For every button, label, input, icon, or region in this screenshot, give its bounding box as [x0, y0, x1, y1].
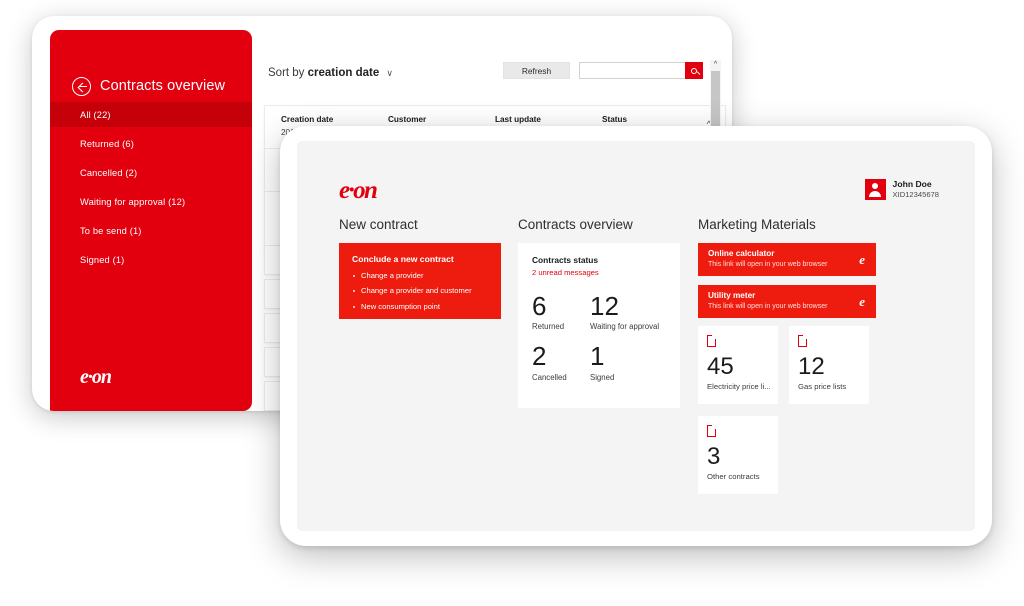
internet-explorer-icon: e — [859, 294, 865, 309]
sidebar-item-returned[interactable]: Returned (6) — [50, 131, 252, 156]
sort-by-value: creation date — [307, 67, 380, 79]
sidebar-header: Contracts overview — [50, 30, 252, 102]
option-change-provider[interactable]: Change a provider — [352, 271, 488, 280]
link-utility-meter[interactable]: Utility meter This link will open in you… — [698, 285, 876, 318]
sidebar-item-to-be-send[interactable]: To be send (1) — [50, 218, 252, 243]
stat-signed[interactable]: 1 Signed — [590, 341, 666, 382]
column-header: Status — [602, 115, 628, 124]
stat-returned[interactable]: 6 Returned — [532, 291, 590, 332]
search-box — [579, 62, 703, 79]
page-title: Contracts overview — [100, 78, 226, 94]
sidebar-item-all[interactable]: All (22) — [50, 102, 252, 127]
sidebar: Contracts overview All (22) Returned (6)… — [50, 30, 252, 411]
link-subtitle: This link will open in your web browser — [708, 261, 828, 269]
scroll-up-arrow-icon[interactable]: ^ — [710, 61, 721, 69]
search-button[interactable] — [685, 62, 703, 79]
chevron-down-icon[interactable]: ∨ — [386, 68, 393, 78]
link-subtitle: This link will open in your web browser — [708, 303, 828, 311]
document-icon — [707, 334, 717, 347]
user-account[interactable]: John Doe XID12345678 — [864, 179, 939, 200]
list-toolbar: Sort by creation date ∨ Refresh — [268, 62, 722, 84]
eon-logo: e·on — [339, 177, 378, 204]
link-online-calculator[interactable]: Online calculator This link will open in… — [698, 243, 876, 276]
eon-logo: e·on — [80, 366, 112, 388]
link-text-group: Online calculator This link will open in… — [708, 249, 827, 269]
sidebar-item-waiting-for-approval[interactable]: Waiting for approval (12) — [50, 189, 252, 214]
stat-value: 12 — [590, 291, 619, 321]
stat-label: Signed — [590, 372, 615, 382]
doc-label: Gas price lists — [798, 382, 847, 392]
stat-label: Cancelled — [532, 372, 567, 382]
column-header: Last update — [495, 115, 541, 124]
internet-explorer-icon: e — [859, 252, 865, 267]
doc-label: Other contracts — [707, 472, 760, 482]
dashboard-window: e·on John Doe XID12345678 New contract C… — [280, 126, 992, 546]
user-text-group: John Doe XID12345678 — [893, 179, 939, 199]
magnifier-icon — [691, 67, 697, 74]
doc-tile-other-contracts[interactable]: 3 Other contracts — [698, 416, 778, 494]
toolbar-right-group: Refresh — [503, 62, 703, 79]
stat-value: 6 — [532, 291, 547, 321]
new-contract-card[interactable]: Conclude a new contract Change a provide… — [339, 243, 501, 319]
card-heading: Conclude a new contract — [352, 254, 454, 264]
user-name: John Doe — [892, 179, 932, 190]
user-avatar-icon — [864, 179, 886, 200]
sidebar-item-label: All (22) — [80, 109, 111, 120]
link-title: Utility meter — [708, 291, 756, 300]
search-input[interactable] — [579, 62, 685, 79]
doc-tile-gas-price-lists[interactable]: 12 Gas price lists — [789, 326, 869, 404]
doc-count: 45 — [707, 353, 734, 380]
doc-count: 12 — [798, 353, 825, 380]
sidebar-item-label: Signed (1) — [80, 254, 125, 265]
section-title-new-contract: New contract — [339, 217, 418, 232]
sidebar-item-label: Cancelled (2) — [80, 167, 138, 178]
sidebar-item-label: Returned (6) — [80, 138, 134, 149]
sidebar-item-label: To be send (1) — [80, 225, 142, 236]
sort-by-control[interactable]: Sort by creation date ∨ — [268, 67, 393, 79]
status-stats-grid: 6 Returned 12 Waiting for approval 2 Can… — [532, 291, 666, 382]
section-title-contracts-overview: Contracts overview — [518, 217, 633, 232]
doc-tile-electricity-price-lists[interactable]: 45 Electricity price li... — [698, 326, 778, 404]
doc-count: 3 — [707, 443, 721, 470]
sort-by-prefix: Sort by — [268, 67, 305, 79]
stat-label: Waiting for approval — [590, 322, 660, 332]
stat-value: 1 — [590, 341, 605, 372]
column-header: Creation date — [281, 115, 334, 124]
link-text-group: Utility meter This link will open in you… — [708, 291, 827, 311]
option-new-consumption-point[interactable]: New consumption point — [352, 302, 488, 311]
stat-cancelled[interactable]: 2 Cancelled — [532, 341, 590, 382]
user-id: XID12345678 — [892, 190, 939, 200]
option-change-provider-and-customer[interactable]: Change a provider and customer — [352, 286, 488, 295]
contracts-status-card[interactable]: Contracts status 2 unread messages 6 Ret… — [518, 243, 680, 408]
sidebar-item-cancelled[interactable]: Cancelled (2) — [50, 160, 252, 185]
section-title-marketing-materials: Marketing Materials — [698, 217, 816, 232]
stat-waiting-for-approval[interactable]: 12 Waiting for approval — [590, 291, 666, 332]
unread-messages-badge[interactable]: 2 unread messages — [532, 268, 666, 277]
document-icon — [707, 424, 717, 437]
sidebar-item-label: Waiting for approval (12) — [80, 196, 186, 207]
sidebar-item-signed[interactable]: Signed (1) — [50, 247, 252, 272]
document-icon — [798, 334, 808, 347]
link-title: Online calculator — [708, 249, 775, 258]
column-header: Customer — [388, 115, 427, 124]
dashboard-content: e·on John Doe XID12345678 New contract C… — [297, 141, 975, 531]
refresh-button[interactable]: Refresh — [503, 62, 570, 79]
card-heading: Contracts status — [532, 255, 599, 265]
new-contract-options: Change a provider Change a provider and … — [352, 271, 488, 311]
stat-value: 2 — [532, 341, 547, 372]
screenshot-stage: Contracts overview All (22) Returned (6)… — [0, 0, 1024, 606]
back-arrow-circle-icon[interactable] — [72, 76, 91, 96]
stat-label: Returned — [532, 322, 565, 332]
doc-label: Electricity price li... — [707, 382, 771, 392]
